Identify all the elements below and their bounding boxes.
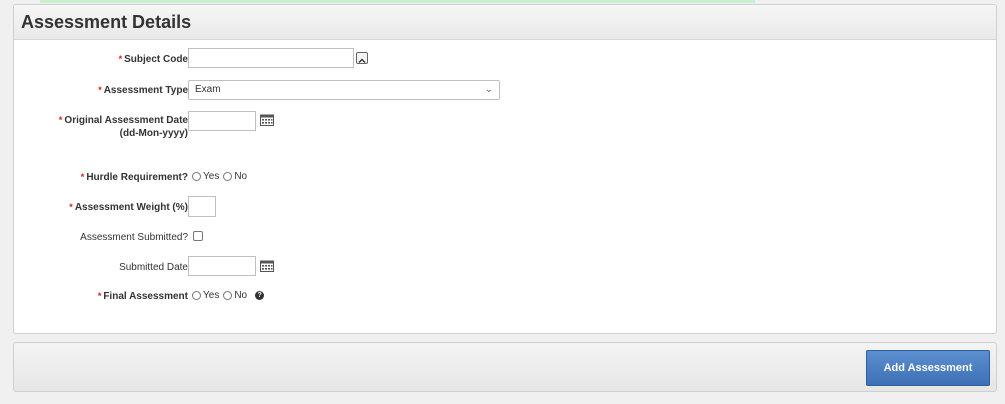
hurdle-radio-group: Yes No (192, 171, 249, 182)
date-format-hint: (dd-Mon-yyyy) (119, 128, 188, 139)
assessment-submitted-checkbox[interactable] (193, 231, 203, 241)
final-yes-option[interactable]: Yes (192, 290, 219, 301)
assessment-weight-input[interactable] (188, 196, 216, 217)
subject-lov-button[interactable] (356, 52, 368, 64)
calendar-button[interactable] (260, 259, 274, 272)
required-mark: * (98, 85, 102, 95)
final-assessment-radio-group: Yes No ? (192, 290, 265, 301)
radio-button[interactable] (192, 291, 201, 300)
final-no-option[interactable]: No (223, 290, 247, 301)
required-mark: * (69, 202, 73, 212)
assessment-type-label: * Assessment Type (98, 85, 188, 96)
radio-button[interactable] (223, 172, 233, 181)
assessment-details-panel: Assessment Details * Subject Code * Assess… (13, 4, 997, 334)
required-mark: * (97, 291, 102, 301)
assessment-type-select[interactable]: Exam ⌄ (188, 80, 500, 100)
form-footer: Add Assessment (13, 342, 997, 392)
calendar-button[interactable] (260, 113, 274, 126)
radio-button[interactable] (223, 291, 233, 300)
submitted-date-label: Submitted Date (119, 262, 188, 273)
original-date-input[interactable] (188, 111, 256, 131)
submitted-date-input[interactable] (188, 256, 256, 276)
panel-title: Assessment Details (21, 11, 192, 32)
final-assessment-label: * Final Assessment (97, 291, 188, 302)
original-date-label: * Original Assessment Date (dd-Mon-yyyy) (18, 114, 188, 140)
hurdle-yes-option[interactable]: Yes (192, 171, 219, 182)
assessment-weight-label: * Assessment Weight (%) (69, 202, 188, 213)
chevron-down-icon: ⌄ (484, 84, 493, 95)
help-icon[interactable]: ? (255, 291, 265, 300)
add-assessment-button[interactable]: Add Assessment (866, 350, 990, 386)
radio-button[interactable] (192, 172, 201, 181)
required-mark: * (80, 172, 85, 182)
calendar-icon (260, 260, 274, 272)
subject-code-label: * Subject Code (118, 54, 188, 65)
panel-header: Assessment Details (14, 5, 996, 40)
chevron-up-icon (358, 58, 366, 63)
hurdle-no-option[interactable]: No (223, 171, 247, 182)
top-strip (40, 0, 755, 3)
required-mark: * (58, 115, 63, 125)
hurdle-requirement-label: * Hurdle Requirement? (80, 172, 188, 183)
assessment-submitted-label: Assessment Submitted? (80, 232, 188, 243)
required-mark: * (118, 54, 123, 64)
subject-code-input[interactable] (188, 48, 354, 68)
calendar-icon (260, 114, 274, 126)
assessment-type-value: Exam (195, 84, 221, 95)
